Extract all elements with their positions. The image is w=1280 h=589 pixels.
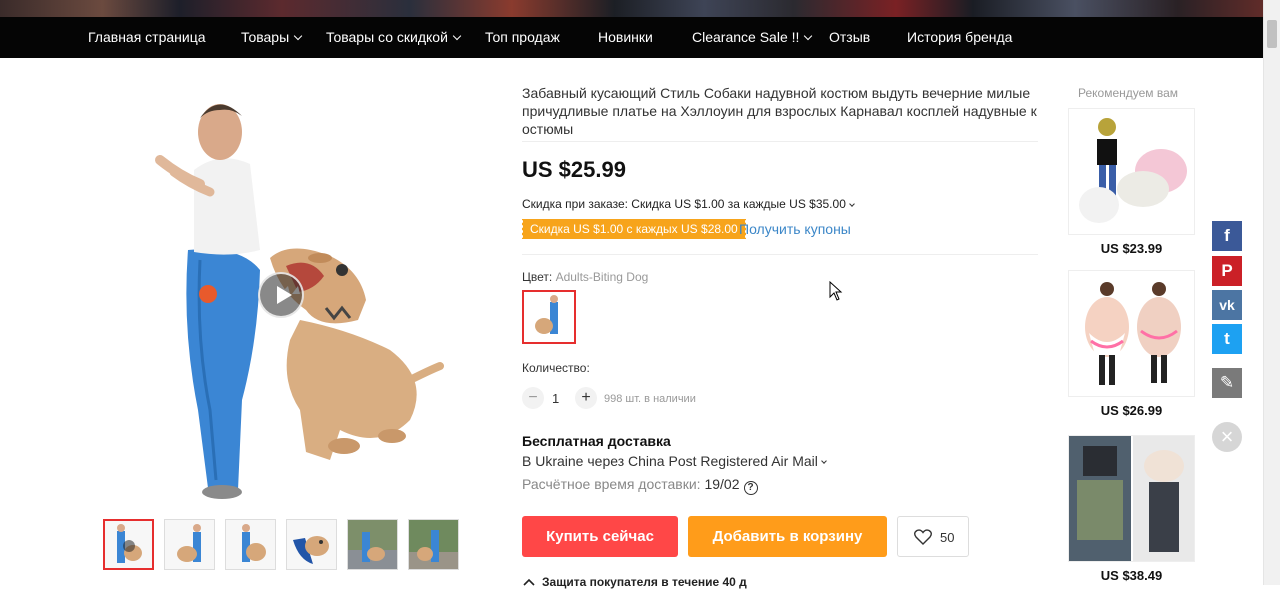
shipping-title: Бесплатная доставка	[522, 433, 671, 449]
thumbnail-5[interactable]	[347, 519, 398, 570]
thumbnail-2[interactable]	[164, 519, 215, 570]
edit-icon[interactable]: ✎	[1212, 368, 1242, 398]
divider	[522, 141, 1038, 142]
thumbnail-4[interactable]	[286, 519, 337, 570]
divider	[522, 254, 1038, 255]
thumbnail-image	[242, 524, 266, 562]
nav-home[interactable]: Главная страница	[88, 17, 206, 58]
nav-discounted-label: Товары со скидкой	[326, 29, 448, 45]
eta-date: 19/02	[704, 476, 740, 492]
nav-discounted[interactable]: Товары со скидкой	[326, 17, 462, 58]
thumbnail-1[interactable]	[103, 519, 154, 570]
facebook-icon[interactable]: f	[1212, 221, 1242, 251]
chevron-down-icon	[804, 31, 813, 41]
heart-icon	[914, 529, 932, 545]
wishlist-count: 50	[940, 530, 955, 545]
color-label-text: Цвет:	[522, 270, 553, 284]
nav-products-label: Товары	[241, 29, 290, 45]
top-banner	[0, 0, 1280, 17]
eta-label: Расчётное время доставки:	[522, 476, 701, 492]
color-label: Цвет: Adults-Biting Dog	[522, 270, 648, 284]
nav-reviews-label: Отзыв	[829, 29, 871, 45]
chevron-down-icon	[821, 458, 827, 464]
recommend-price: US $38.49	[1100, 568, 1163, 583]
recommend-illustration	[1079, 118, 1187, 223]
buyer-protection-text: Защита покупателя в течение 40 д	[542, 575, 747, 589]
nav-home-label: Главная страница	[88, 29, 206, 45]
recommend-image	[1068, 108, 1195, 235]
recommend-illustration	[1085, 282, 1181, 385]
wishlist-button[interactable]: 50	[897, 516, 969, 557]
product-price: US $25.99	[522, 157, 626, 182]
nav-new-label: Новинки	[598, 29, 653, 45]
nav-reviews[interactable]: Отзыв	[829, 17, 870, 58]
chevron-down-icon	[849, 201, 855, 207]
play-video-button[interactable]	[258, 272, 304, 318]
recommend-illustration	[1069, 436, 1194, 561]
get-coupons-link[interactable]: Получить купоны	[739, 221, 851, 237]
thumbnail-3[interactable]	[225, 519, 276, 570]
recommend-price: US $26.99	[1100, 403, 1163, 418]
buy-now-button[interactable]: Купить сейчас	[522, 516, 678, 557]
thumbnail-image	[409, 520, 458, 569]
nav-top-sales-label: Топ продаж	[485, 29, 560, 45]
recommend-image	[1068, 270, 1195, 397]
quantity-decrease-button[interactable]: −	[522, 387, 544, 409]
nav-products[interactable]: Товары	[241, 17, 303, 58]
thumbnail-image	[348, 520, 397, 569]
nav-brand-story[interactable]: История бренда	[907, 17, 1012, 58]
scrollbar-thumb[interactable]	[1267, 20, 1277, 48]
nav-clearance[interactable]: Clearance Sale !!	[692, 17, 813, 58]
delivery-estimate: Расчётное время доставки: 19/02?	[522, 476, 758, 495]
recommend-title: Рекомендуем вам	[1078, 86, 1179, 100]
quantity-value[interactable]: 1	[552, 391, 559, 406]
recommend-item-1[interactable]: US $23.99	[1068, 108, 1195, 256]
chevron-down-icon	[452, 31, 462, 41]
coupon-badge: Скидка US $1.00 с каждых US $28.00	[521, 219, 746, 239]
close-icon[interactable]: ×	[1212, 422, 1242, 452]
shipping-method-text: В Ukraine через China Post Registered Ai…	[522, 453, 818, 469]
quantity-label: Количество:	[522, 361, 590, 375]
product-title: Забавный кусающий Стиль Собаки надувной …	[522, 85, 1037, 137]
order-discount[interactable]: Скидка при заказе: Скидка US $1.00 за ка…	[522, 197, 855, 211]
order-discount-text: Скидка при заказе: Скидка US $1.00 за ка…	[522, 197, 846, 211]
thumbnail-image	[117, 524, 142, 563]
buyer-protection: Защита покупателя в течение 40 д	[522, 575, 747, 589]
recommend-item-2[interactable]: US $26.99	[1068, 270, 1195, 418]
quantity-increase-button[interactable]: +	[575, 387, 597, 409]
shipping-method-selector[interactable]: В Ukraine через China Post Registered Ai…	[522, 453, 827, 469]
color-value: Adults-Biting Dog	[555, 270, 649, 284]
recommend-price: US $23.99	[1100, 241, 1163, 256]
pinterest-icon[interactable]: P	[1212, 256, 1242, 286]
nav-brand-story-label: История бренда	[907, 29, 1013, 45]
main-navigation: Главная страница Товары Товары со скидко…	[0, 17, 1263, 58]
help-icon[interactable]: ?	[743, 481, 758, 495]
add-to-cart-button[interactable]: Добавить в корзину	[688, 516, 887, 557]
thumbnail-image	[293, 536, 329, 564]
nav-top-sales[interactable]: Топ продаж	[485, 17, 560, 58]
nav-clearance-label: Clearance Sale !!	[692, 29, 800, 45]
mouse-cursor-icon	[829, 281, 843, 301]
color-option-adults-biting-dog[interactable]	[522, 290, 576, 344]
nav-new[interactable]: Новинки	[598, 17, 653, 58]
swatch-image	[535, 295, 558, 334]
page-scrollbar[interactable]	[1263, 0, 1280, 585]
recommend-item-3[interactable]: US $38.49	[1068, 435, 1195, 583]
chevron-up-icon	[523, 578, 535, 586]
vk-icon[interactable]: vk	[1212, 290, 1242, 320]
thumbnail-6[interactable]	[408, 519, 459, 570]
twitter-icon[interactable]: t	[1212, 324, 1242, 354]
recommend-image	[1068, 435, 1195, 562]
stock-count: 998 шт. в наличии	[604, 393, 696, 405]
thumbnail-image	[177, 524, 201, 562]
chevron-down-icon	[293, 31, 303, 41]
